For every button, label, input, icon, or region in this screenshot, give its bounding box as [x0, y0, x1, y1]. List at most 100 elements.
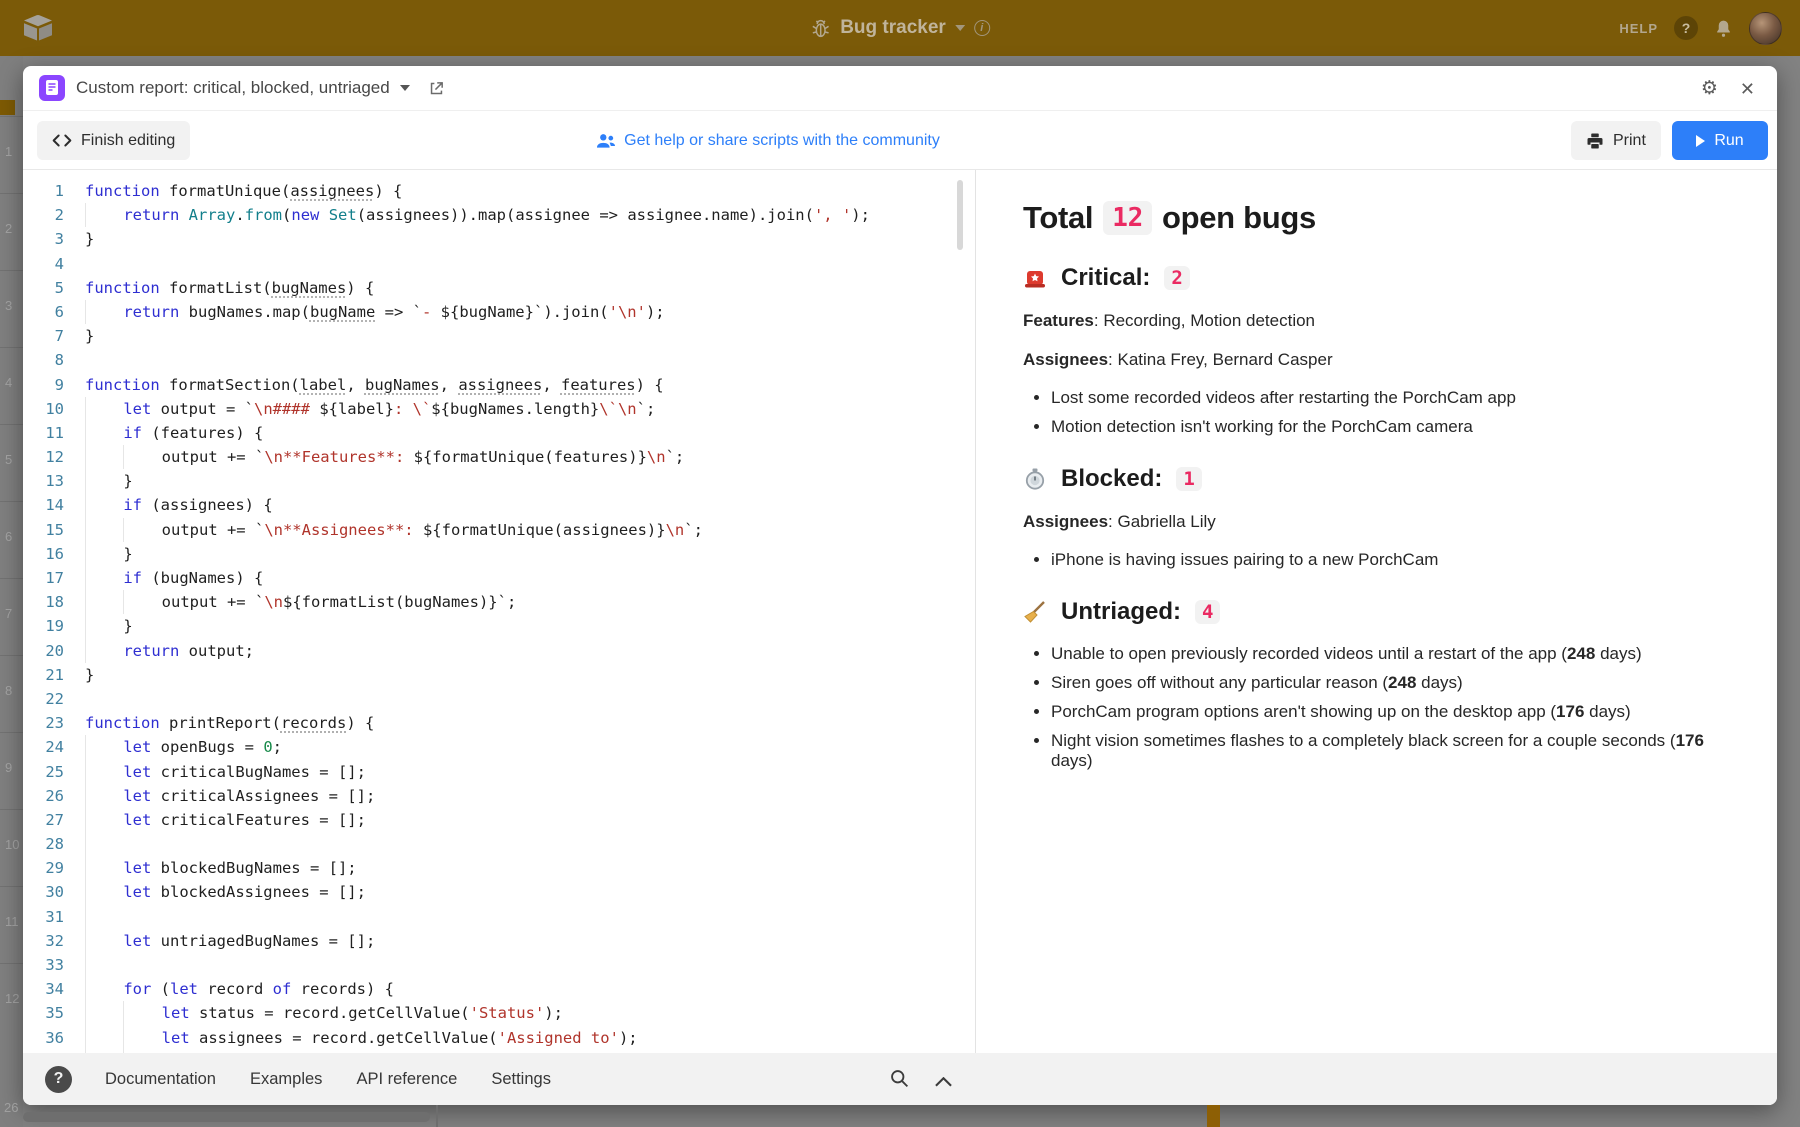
avatar[interactable] — [1749, 12, 1782, 45]
code-line: 22 — [23, 687, 975, 711]
section-bullet-list: Unable to open previously recorded video… — [1032, 644, 1735, 771]
chevron-up-icon[interactable] — [935, 1074, 952, 1092]
help-button[interactable]: HELP — [1619, 21, 1658, 36]
line-number: 29 — [23, 856, 85, 880]
printer-icon — [1586, 132, 1604, 150]
link-documentation[interactable]: Documentation — [105, 1070, 216, 1089]
extension-title[interactable]: Custom report: critical, blocked, untria… — [76, 78, 390, 98]
community-help-link[interactable]: Get help or share scripts with the commu… — [596, 111, 940, 170]
line-number: 7 — [23, 324, 85, 348]
base-title-group[interactable]: Bug tracker i — [810, 0, 990, 56]
run-label: Run — [1714, 132, 1743, 150]
line-number: 4 — [23, 252, 85, 276]
backdrop-row-line — [0, 347, 23, 348]
line-number: 33 — [23, 953, 85, 977]
backdrop-row-line — [0, 424, 23, 425]
code-line: 7} — [23, 324, 975, 348]
section-heading: Blocked:1 — [1023, 465, 1735, 493]
line-number: 5 — [23, 276, 85, 300]
play-icon — [1696, 135, 1705, 147]
code-line: 20 return output; — [23, 639, 975, 663]
bell-icon[interactable] — [1714, 18, 1733, 39]
section-count-badge: 1 — [1176, 467, 1201, 491]
script-extension-icon — [39, 75, 65, 101]
community-help-label: Get help or share scripts with the commu… — [624, 132, 940, 150]
line-number: 35 — [23, 1001, 85, 1025]
link-examples[interactable]: Examples — [250, 1070, 322, 1089]
help-circle-icon[interactable]: ? — [45, 1066, 72, 1093]
line-number: 17 — [23, 566, 85, 590]
backdrop-row-line — [0, 193, 23, 194]
line-number: 34 — [23, 977, 85, 1001]
code-line: 33 — [23, 953, 975, 977]
finish-editing-button[interactable]: Finish editing — [37, 121, 190, 160]
alarm-icon — [1023, 266, 1047, 290]
gear-icon[interactable]: ⚙ — [1701, 79, 1718, 98]
section-meta: Assignees: Katina Frey, Bernard Casper — [1023, 350, 1735, 370]
code-line: 12 output += `\n**Features**: ${formatUn… — [23, 445, 975, 469]
editor-scrollbar-thumb[interactable] — [957, 180, 963, 250]
code-line: 2 return Array.from(new Set(assignees)).… — [23, 203, 975, 227]
link-api-reference[interactable]: API reference — [356, 1070, 457, 1089]
code-brackets-icon — [52, 133, 72, 148]
line-number: 13 — [23, 469, 85, 493]
code-line: 27 let criticalFeatures = []; — [23, 808, 975, 832]
bug-item: PorchCam program options aren't showing … — [1051, 702, 1735, 722]
chevron-down-icon — [955, 25, 965, 31]
code-line: 31 — [23, 905, 975, 929]
line-number: 28 — [23, 832, 85, 856]
backdrop-row-number: 3 — [5, 298, 12, 313]
close-icon[interactable]: ✕ — [1740, 80, 1755, 98]
bug-icon — [810, 18, 831, 39]
app-title: Bug tracker — [840, 17, 946, 39]
code-line: 17 if (bugNames) { — [23, 566, 975, 590]
backdrop-row-number: 4 — [5, 375, 12, 390]
report-output-panel[interactable]: Total 12 open bugs Critical:2Features: R… — [976, 170, 1777, 1053]
code-line: 23function printReport(records) { — [23, 711, 975, 735]
title-chevron-down-icon[interactable] — [400, 85, 410, 91]
code-line: 16 } — [23, 542, 975, 566]
extension-header: Custom report: critical, blocked, untria… — [23, 66, 1777, 111]
line-number: 19 — [23, 614, 85, 638]
backdrop-row-line — [0, 963, 23, 964]
backdrop-orange-bar — [1207, 1105, 1220, 1127]
line-number: 18 — [23, 590, 85, 614]
report-section: Untriaged:4 Unable to open previously rec… — [1023, 598, 1735, 771]
expand-share-icon[interactable] — [428, 80, 445, 97]
question-circle-icon[interactable]: ? — [1674, 16, 1698, 40]
line-number: 22 — [23, 687, 85, 711]
line-number: 3 — [23, 227, 85, 251]
editor-toolbar: Finish editing Get help or share scripts… — [23, 111, 1777, 170]
line-number: 1 — [23, 179, 85, 203]
line-number: 23 — [23, 711, 85, 735]
bug-item: Lost some recorded videos after restarti… — [1051, 388, 1735, 408]
backdrop-row-number: 9 — [5, 760, 12, 775]
line-number: 10 — [23, 397, 85, 421]
base-info-icon[interactable]: i — [974, 20, 990, 36]
line-number: 36 — [23, 1026, 85, 1050]
backdrop-row-line — [0, 501, 23, 502]
total-count-badge: 12 — [1103, 201, 1152, 235]
line-number: 2 — [23, 203, 85, 227]
code-line: 5function formatList(bugNames) { — [23, 276, 975, 300]
link-settings[interactable]: Settings — [491, 1070, 551, 1089]
print-button[interactable]: Print — [1571, 121, 1661, 160]
line-number: 11 — [23, 421, 85, 445]
stopwatch-icon — [1023, 467, 1047, 491]
run-button[interactable]: Run — [1672, 121, 1768, 160]
bug-item: Siren goes off without any particular re… — [1051, 673, 1735, 693]
code-line: 13 } — [23, 469, 975, 493]
search-icon[interactable] — [889, 1068, 910, 1094]
broom-icon — [1023, 600, 1047, 624]
backdrop-row-26: 26 — [4, 1100, 18, 1115]
print-label: Print — [1613, 132, 1646, 150]
backdrop-horizontal-scrollbar — [23, 1112, 430, 1122]
backdrop-row-line — [0, 270, 23, 271]
code-editor[interactable]: 1function formatUnique(assignees) {2 ret… — [23, 170, 976, 1053]
line-number: 21 — [23, 663, 85, 687]
section-bullet-list: Lost some recorded videos after restarti… — [1032, 388, 1735, 437]
airtable-logo-icon[interactable] — [22, 14, 54, 42]
code-line: 36 let assignees = record.getCellValue('… — [23, 1026, 975, 1050]
backdrop-row-line — [0, 116, 23, 117]
section-heading: Untriaged:4 — [1023, 598, 1735, 626]
